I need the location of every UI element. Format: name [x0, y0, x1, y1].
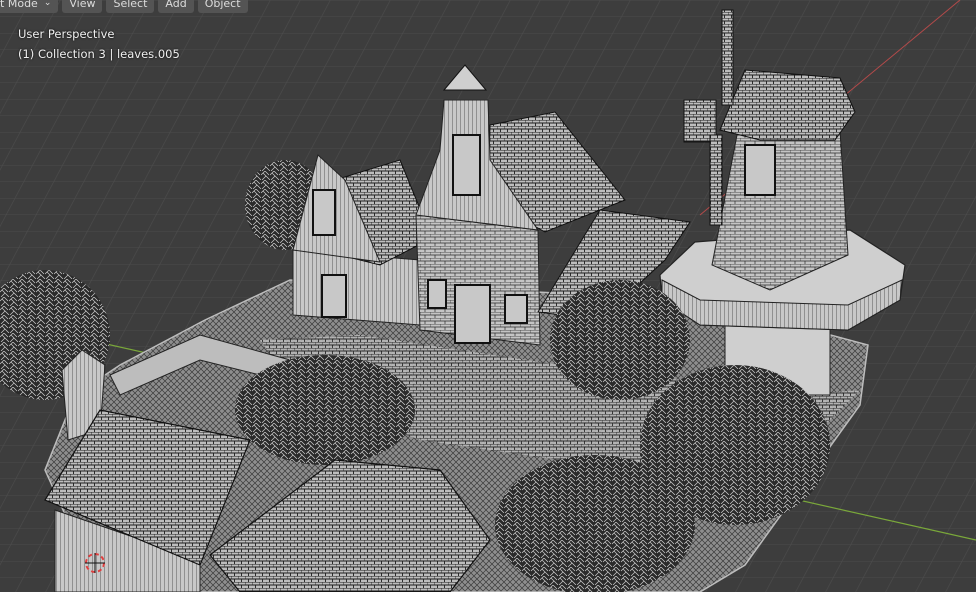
windmill-cap: [719, 69, 856, 141]
house-left-wall: [292, 249, 421, 326]
mode-selector[interactable]: ct Mode ⌄: [0, 0, 59, 13]
tree-center-right: [550, 280, 690, 400]
house-center-upper-window: [452, 134, 481, 196]
collection-label: (1) Collection 3 | leaves.005: [18, 47, 180, 61]
viewport-header: ct Mode ⌄ View Select Add Object: [0, 0, 248, 13]
viewport-info: User Perspective (1) Collection 3 | leav…: [18, 24, 180, 64]
wireframe-scene[interactable]: [0, 0, 976, 592]
add-menu[interactable]: Add: [158, 0, 194, 13]
house-center-window-right: [504, 294, 528, 324]
3d-viewport[interactable]: ct Mode ⌄ View Select Add Object User Pe…: [0, 0, 976, 592]
house-left-window: [312, 189, 336, 236]
tree-front: [495, 455, 695, 592]
select-menu[interactable]: Select: [106, 0, 155, 13]
chevron-down-icon: ⌄: [43, 0, 52, 8]
mode-label: ct Mode: [0, 0, 38, 10]
windmill-window: [744, 144, 776, 196]
tree-middle: [235, 355, 415, 465]
windmill-blade-top: [721, 9, 734, 106]
house-center-door: [454, 284, 491, 344]
house-left-door: [321, 274, 347, 318]
object-menu[interactable]: Object: [197, 0, 248, 13]
view-menu[interactable]: View: [62, 0, 103, 13]
windmill-blade-bottom: [709, 134, 723, 226]
perspective-label: User Perspective: [18, 27, 115, 41]
house-center-window-left: [427, 279, 447, 309]
